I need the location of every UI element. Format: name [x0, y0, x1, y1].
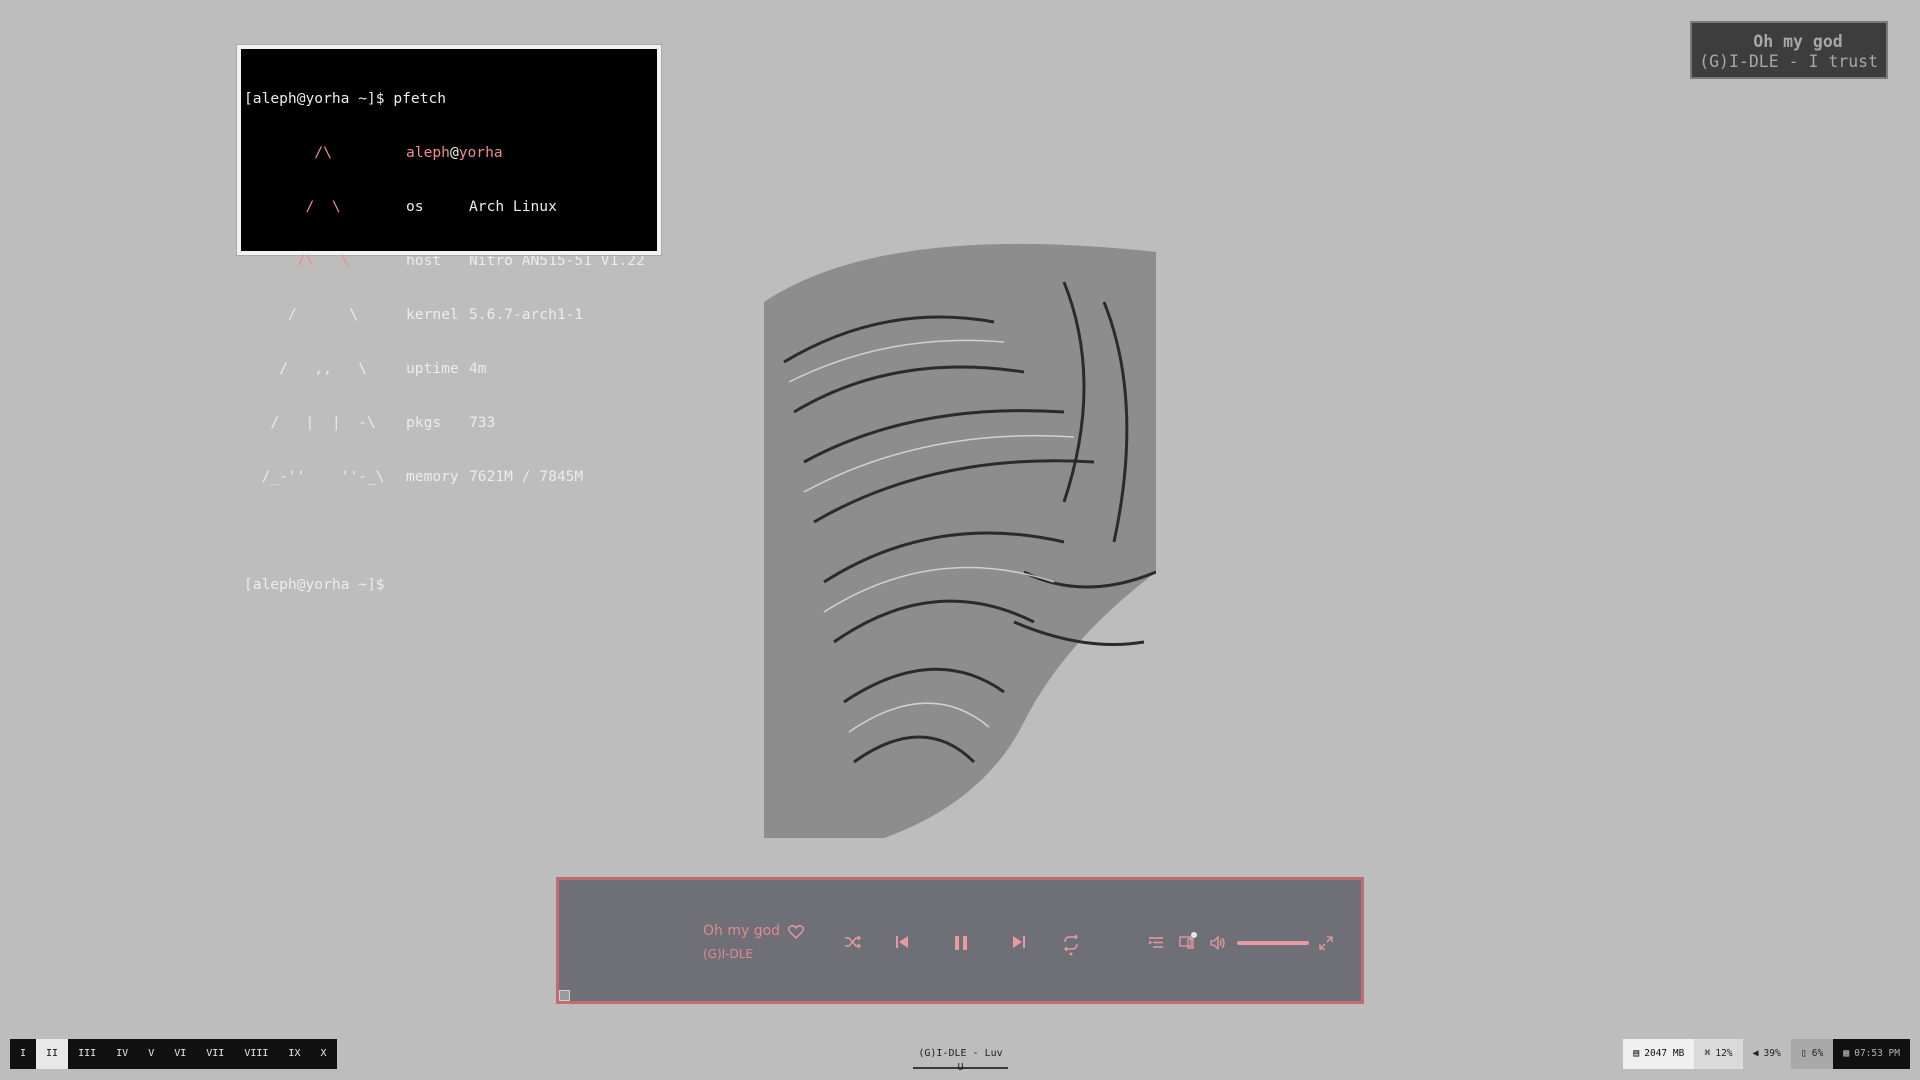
info-value: 5.6.7-arch1-1 — [469, 306, 584, 323]
resize-grip[interactable] — [559, 990, 570, 1001]
arch-logo-line: / \ — [244, 306, 359, 323]
shuffle-icon[interactable] — [844, 935, 862, 949]
battery-icon: ▯ — [1800, 1048, 1807, 1059]
terminal-hostname: yorha — [458, 144, 503, 161]
workspace-button-active[interactable]: II — [36, 1039, 69, 1069]
workspace-switcher: I II III IV V VI VII VIII IX X — [10, 1039, 337, 1069]
heart-icon[interactable] — [788, 924, 804, 939]
next-icon[interactable] — [1012, 935, 1026, 949]
repeat-icon[interactable] — [1062, 934, 1080, 956]
info-key: pkgs — [406, 414, 442, 431]
info-key: kernel — [406, 306, 459, 323]
calendar-icon: ▦ — [1843, 1048, 1850, 1059]
info-value: 7621M / 7845M — [469, 468, 584, 485]
music-player[interactable]: Oh my god (G)I-DLE — [556, 877, 1364, 1004]
terminal-command: [aleph@yorha ~]$ pfetch — [244, 90, 447, 107]
arch-logo-line: / \ — [244, 198, 341, 215]
info-key: host — [406, 252, 442, 269]
info-value: Arch Linux — [469, 198, 557, 215]
volume-slider[interactable] — [1237, 941, 1309, 945]
memory-icon: ▤ — [1633, 1048, 1640, 1059]
cpu-icon: ⌘ — [1704, 1048, 1711, 1059]
arch-logo-line: / ,, \ — [244, 360, 368, 377]
info-value: Nitro AN515-51 V1.22 — [469, 252, 645, 269]
terminal-prompt-line: [aleph@yorha ~]$ pfetch — [244, 90, 657, 108]
info-key: memory — [406, 468, 459, 485]
active-window-title: (G)I-DLE - Luv U — [913, 1047, 1008, 1073]
track-title[interactable]: Oh my god — [703, 923, 780, 939]
battery-value: 6% — [1811, 1048, 1824, 1059]
previous-icon[interactable] — [895, 935, 909, 949]
cpu-value: 12% — [1715, 1048, 1733, 1059]
workspace-button[interactable]: I — [10, 1039, 36, 1069]
now-playing-notification[interactable]: Oh my god (G)I-DLE - I trust — [1690, 21, 1888, 79]
terminal-user: aleph — [406, 144, 450, 161]
terminal-window[interactable]: [aleph@yorha ~]$ pfetch /\ aleph@yorha /… — [236, 44, 662, 593]
clock-value: 07:53 PM — [1854, 1048, 1900, 1059]
arch-logo-line: /_-'' ''-_\ — [244, 468, 385, 485]
workspace-button[interactable]: X — [310, 1039, 336, 1069]
workspace-button[interactable]: VI — [164, 1039, 196, 1069]
workspace-button[interactable]: VIII — [234, 1039, 278, 1069]
track-artist[interactable]: (G)I-DLE — [703, 947, 753, 961]
volume-module[interactable]: ◀ 39% — [1742, 1039, 1791, 1069]
volume-icon[interactable] — [1210, 936, 1226, 950]
workspace-button[interactable]: V — [138, 1039, 164, 1069]
queue-icon[interactable] — [1148, 936, 1164, 949]
info-key: uptime — [406, 360, 459, 377]
terminal-prompt-line[interactable]: [aleph@yorha ~]$ — [244, 576, 657, 594]
clock-module[interactable]: ▦ 07:53 PM — [1833, 1039, 1910, 1069]
fullscreen-icon[interactable] — [1319, 936, 1333, 950]
workspace-button[interactable]: IV — [106, 1039, 138, 1069]
arch-logo-line: /\ \ — [244, 252, 350, 269]
info-value: 733 — [469, 414, 496, 431]
arch-logo-line: /\ — [244, 144, 332, 161]
info-value: 4m — [469, 360, 487, 377]
terminal-prompt: [aleph@yorha ~]$ — [244, 576, 385, 593]
info-key: os — [406, 198, 424, 215]
volume-value: 39% — [1763, 1048, 1781, 1059]
status-modules: ▤ 2047 MB ⌘ 12% ◀ 39% ▯ 6% ▦ 07:53 PM — [1623, 1039, 1910, 1069]
workspace-button[interactable]: VII — [196, 1039, 234, 1069]
devices-icon[interactable] — [1179, 932, 1197, 950]
speaker-icon: ◀ — [1752, 1048, 1759, 1059]
memory-value: 2047 MB — [1644, 1048, 1685, 1059]
memory-module[interactable]: ▤ 2047 MB — [1623, 1039, 1695, 1069]
notification-title: Oh my god — [1753, 32, 1843, 51]
battery-module[interactable]: ▯ 6% — [1790, 1039, 1834, 1069]
arch-logo-line: / | | -\ — [244, 414, 376, 431]
terminal-at: @ — [449, 144, 459, 161]
pause-icon[interactable] — [954, 935, 968, 951]
workspace-button[interactable]: III — [68, 1039, 106, 1069]
cpu-module[interactable]: ⌘ 12% — [1694, 1039, 1743, 1069]
album-art-image — [764, 242, 1156, 838]
workspace-button[interactable]: IX — [278, 1039, 310, 1069]
notification-body: (G)I-DLE - I trust — [1699, 52, 1878, 71]
